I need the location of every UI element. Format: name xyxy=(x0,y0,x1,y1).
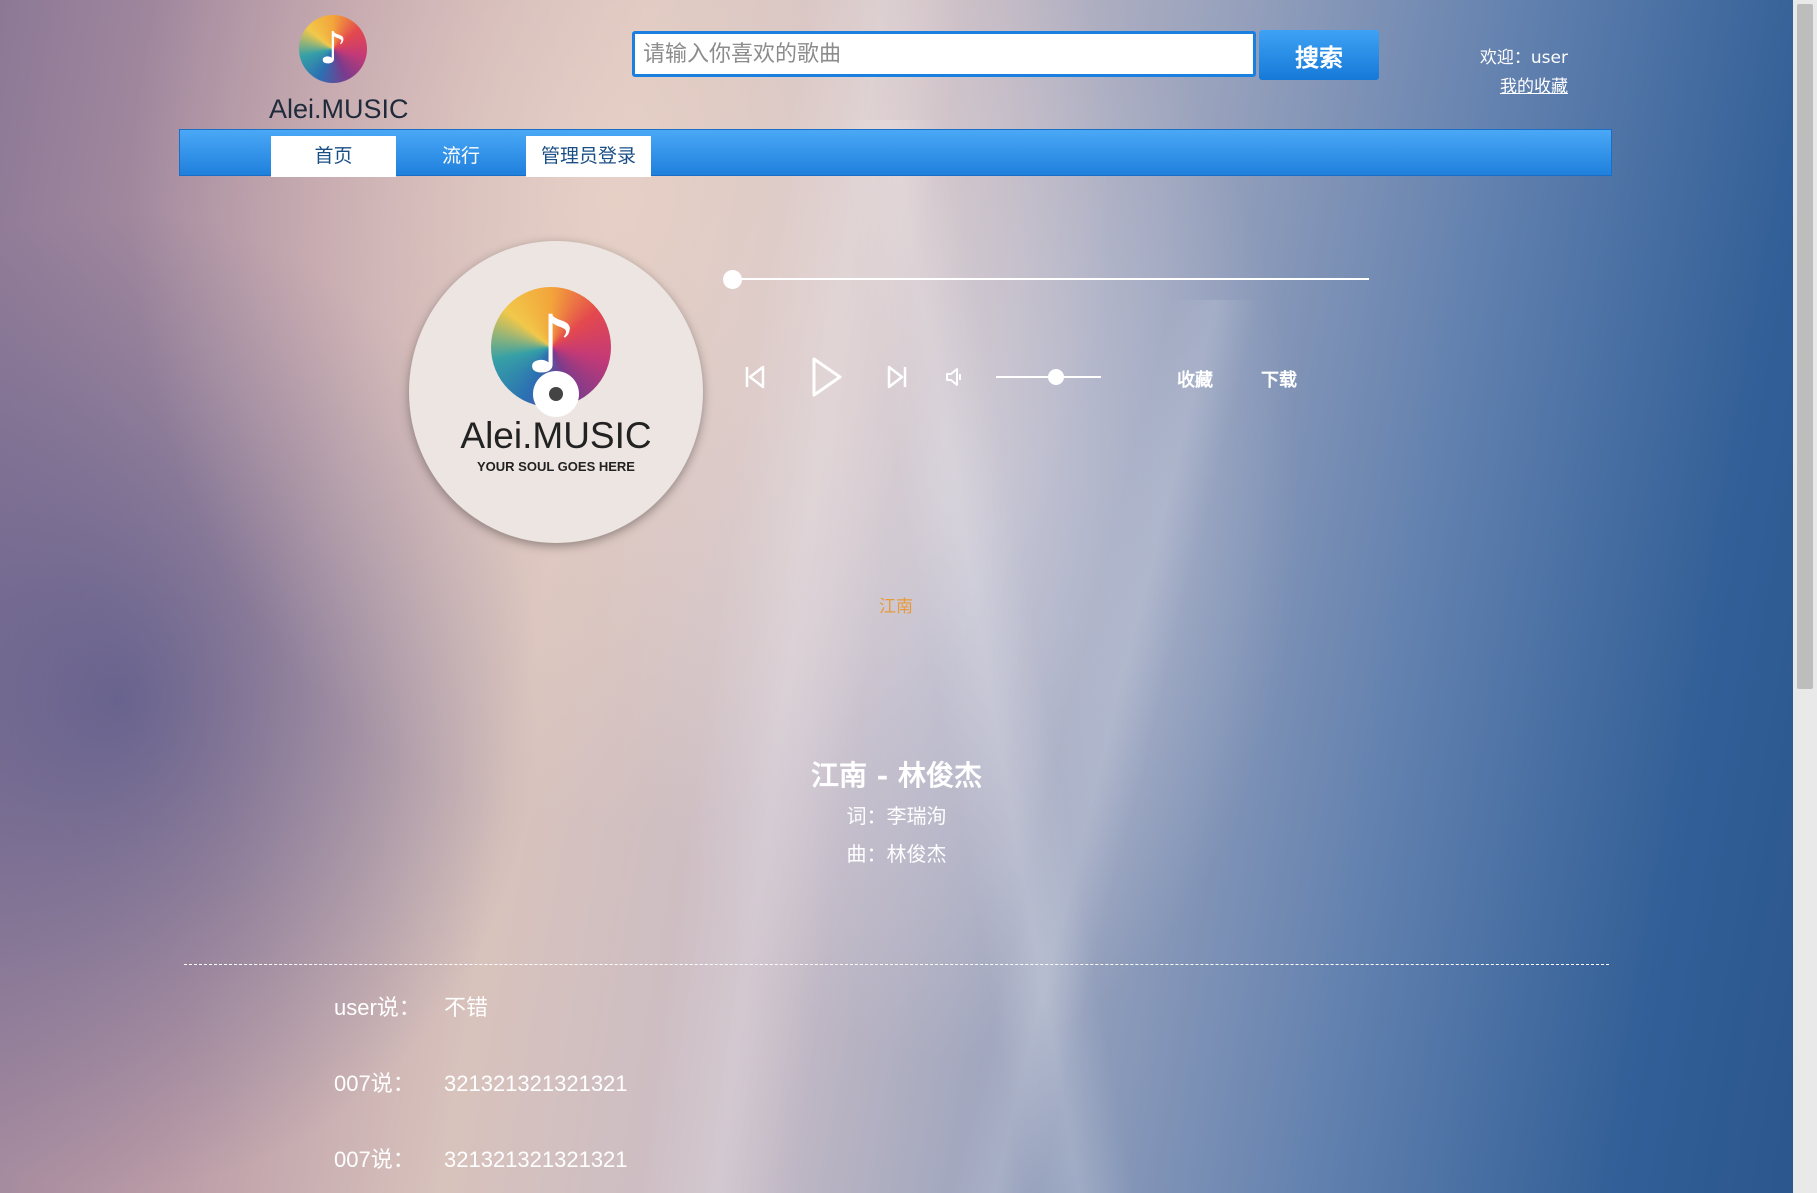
comment-text: 不错 xyxy=(444,995,489,1020)
disc-center-hole xyxy=(533,371,579,417)
song-title: 江南 - 林俊杰 xyxy=(810,759,983,792)
welcome-text: 欢迎：user xyxy=(1479,48,1568,68)
disc-brand: Alei.MUSIC xyxy=(460,415,652,456)
album-disc: ♪ Alei.MUSIC YOUR SOUL GOES HERE xyxy=(409,241,703,543)
comment-author: user说： xyxy=(334,995,421,1020)
my-favorites-link[interactable]: 我的收藏 xyxy=(1500,72,1568,97)
comment-author: 007说： xyxy=(334,1071,415,1096)
download-button[interactable]: 下载 xyxy=(1261,366,1297,392)
progress-handle[interactable] xyxy=(723,270,742,289)
song-composer: 曲：林俊杰 xyxy=(846,842,947,866)
page-scrollbar[interactable] xyxy=(1793,0,1817,1193)
volume-icon[interactable] xyxy=(945,367,965,387)
previous-icon[interactable] xyxy=(744,364,766,390)
comment-item: user说： 不错 xyxy=(334,990,488,1022)
disc-tagline: YOUR SOUL GOES HERE xyxy=(477,459,635,474)
comment-text: 321321321321321 xyxy=(444,1147,628,1172)
main-nav: 首页 流行 管理员登录 xyxy=(179,129,1612,177)
nav-tab-popular[interactable]: 流行 xyxy=(396,136,526,177)
background-light-streak xyxy=(835,120,1135,1193)
site-brand-name: Alei.MUSIC xyxy=(269,94,409,124)
music-note-logo-icon: ♪ xyxy=(299,15,367,83)
site-logo[interactable]: ♪ Alei.MUSIC xyxy=(265,12,415,124)
progress-bar[interactable] xyxy=(733,278,1369,280)
volume-handle[interactable] xyxy=(1048,369,1064,385)
comments-divider xyxy=(184,964,1609,965)
comment-item: 007说： 321321321321321 xyxy=(334,1142,628,1174)
current-lyric-line: 江南 xyxy=(879,597,913,617)
nav-tab-home[interactable]: 首页 xyxy=(271,136,396,177)
comment-item: 007说： 321321321321321 xyxy=(334,1066,628,1098)
song-lyricist: 词：李瑞洵 xyxy=(846,804,947,828)
nav-tab-admin-login[interactable]: 管理员登录 xyxy=(526,136,651,177)
play-icon[interactable] xyxy=(810,355,844,399)
scrollbar-thumb[interactable] xyxy=(1797,4,1813,689)
comment-text: 321321321321321 xyxy=(444,1071,628,1096)
favorite-button[interactable]: 收藏 xyxy=(1177,366,1213,392)
comment-author: 007说： xyxy=(334,1147,415,1172)
search-input[interactable] xyxy=(632,31,1256,77)
background-light-streak xyxy=(948,300,1262,1193)
next-icon[interactable] xyxy=(886,364,908,390)
search-button[interactable]: 搜索 xyxy=(1259,30,1379,80)
